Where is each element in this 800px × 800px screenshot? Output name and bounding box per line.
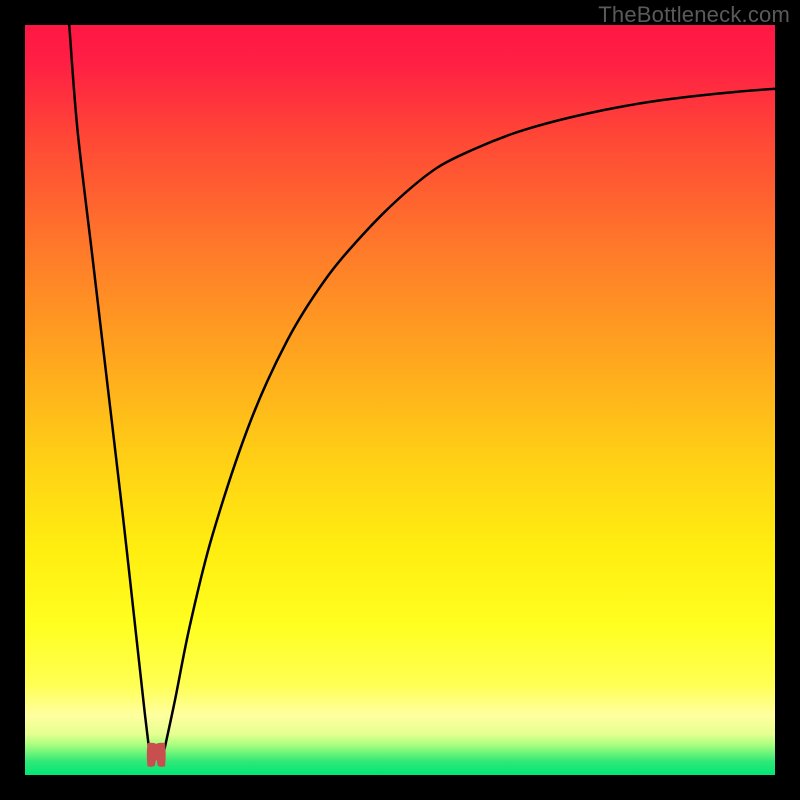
chart-frame: TheBottleneck.com xyxy=(0,0,800,800)
bottleneck-chart xyxy=(25,25,775,775)
gradient-background xyxy=(25,25,775,775)
watermark-text: TheBottleneck.com xyxy=(598,2,790,28)
